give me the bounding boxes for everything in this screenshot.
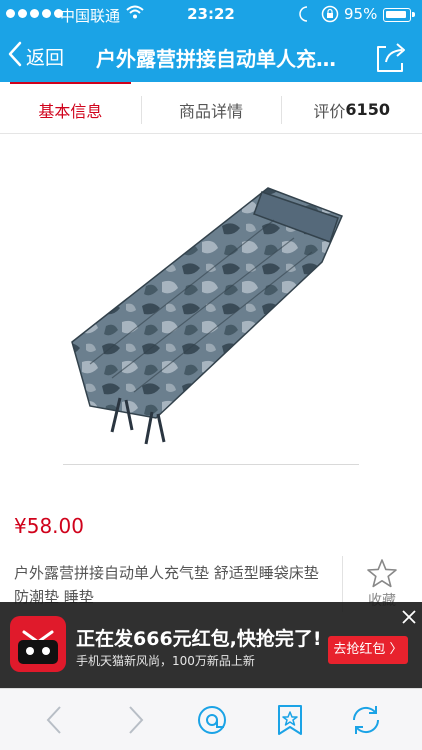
share-icon bbox=[377, 43, 405, 72]
refresh-icon bbox=[352, 706, 380, 734]
grab-red-packet-button[interactable]: 去抢红包 〉 bbox=[328, 636, 408, 664]
reviews-count: 6150 bbox=[345, 100, 390, 119]
back-button[interactable]: 返回 bbox=[8, 40, 64, 72]
battery-icon bbox=[383, 8, 415, 22]
image-divider bbox=[63, 464, 359, 465]
status-bar: 中国联通 23:22 95% bbox=[0, 0, 422, 30]
bookmark-star-icon bbox=[278, 705, 302, 735]
promo-headline: 正在发666元红包,快抢完了! bbox=[76, 628, 322, 650]
tmall-logo-icon bbox=[10, 616, 66, 672]
tab-product-details-label: 商品详情 bbox=[179, 101, 244, 121]
close-icon bbox=[402, 610, 416, 624]
product-image[interactable] bbox=[60, 180, 360, 450]
close-banner-button[interactable] bbox=[396, 604, 422, 630]
promo-subtitle: 手机天猫新风尚，100万新品上新 bbox=[76, 654, 255, 668]
share-button[interactable] bbox=[372, 38, 410, 76]
navigation-bar: 返回 户外露营拼接自动单人充气垫 舒适型睡袋床垫 防潮垫 睡垫 bbox=[0, 30, 422, 82]
star-icon bbox=[367, 559, 397, 588]
home-icon bbox=[198, 706, 226, 734]
browser-back-button[interactable] bbox=[38, 703, 74, 737]
tab-reviews[interactable]: 评价 6150 bbox=[281, 86, 422, 133]
chevron-left-icon bbox=[46, 706, 61, 734]
home-button[interactable] bbox=[194, 703, 230, 737]
bookmark-button[interactable] bbox=[272, 703, 308, 737]
browser-forward-button[interactable] bbox=[116, 703, 152, 737]
product-price: ¥58.00 bbox=[14, 514, 84, 538]
page-title: 户外露营拼接自动单人充气垫 舒适型睡袋床垫 防潮垫 睡垫 bbox=[96, 47, 346, 71]
tab-basic-info-label: 基本信息 bbox=[38, 101, 103, 121]
refresh-button[interactable] bbox=[348, 703, 384, 737]
back-label: 返回 bbox=[26, 46, 65, 69]
tab-basic-info[interactable]: 基本信息 bbox=[0, 82, 141, 133]
tab-reviews-label: 评价 bbox=[313, 101, 346, 121]
moon-icon bbox=[296, 4, 312, 28]
sleeping-pad-illustration bbox=[71, 187, 344, 445]
promo-banner[interactable]: 正在发666元红包,快抢完了! 手机天猫新风尚，100万新品上新 去抢红包 〉 bbox=[0, 602, 422, 688]
chevron-left-icon bbox=[8, 41, 22, 72]
tab-product-details[interactable]: 商品详情 bbox=[140, 86, 282, 133]
bottom-toolbar bbox=[0, 688, 422, 750]
battery-percent: 95% bbox=[344, 5, 378, 23]
chevron-right-icon bbox=[129, 706, 144, 734]
product-tabs: 基本信息 商品详情 评价 6150 bbox=[0, 82, 422, 134]
rotation-lock-icon bbox=[320, 4, 340, 28]
